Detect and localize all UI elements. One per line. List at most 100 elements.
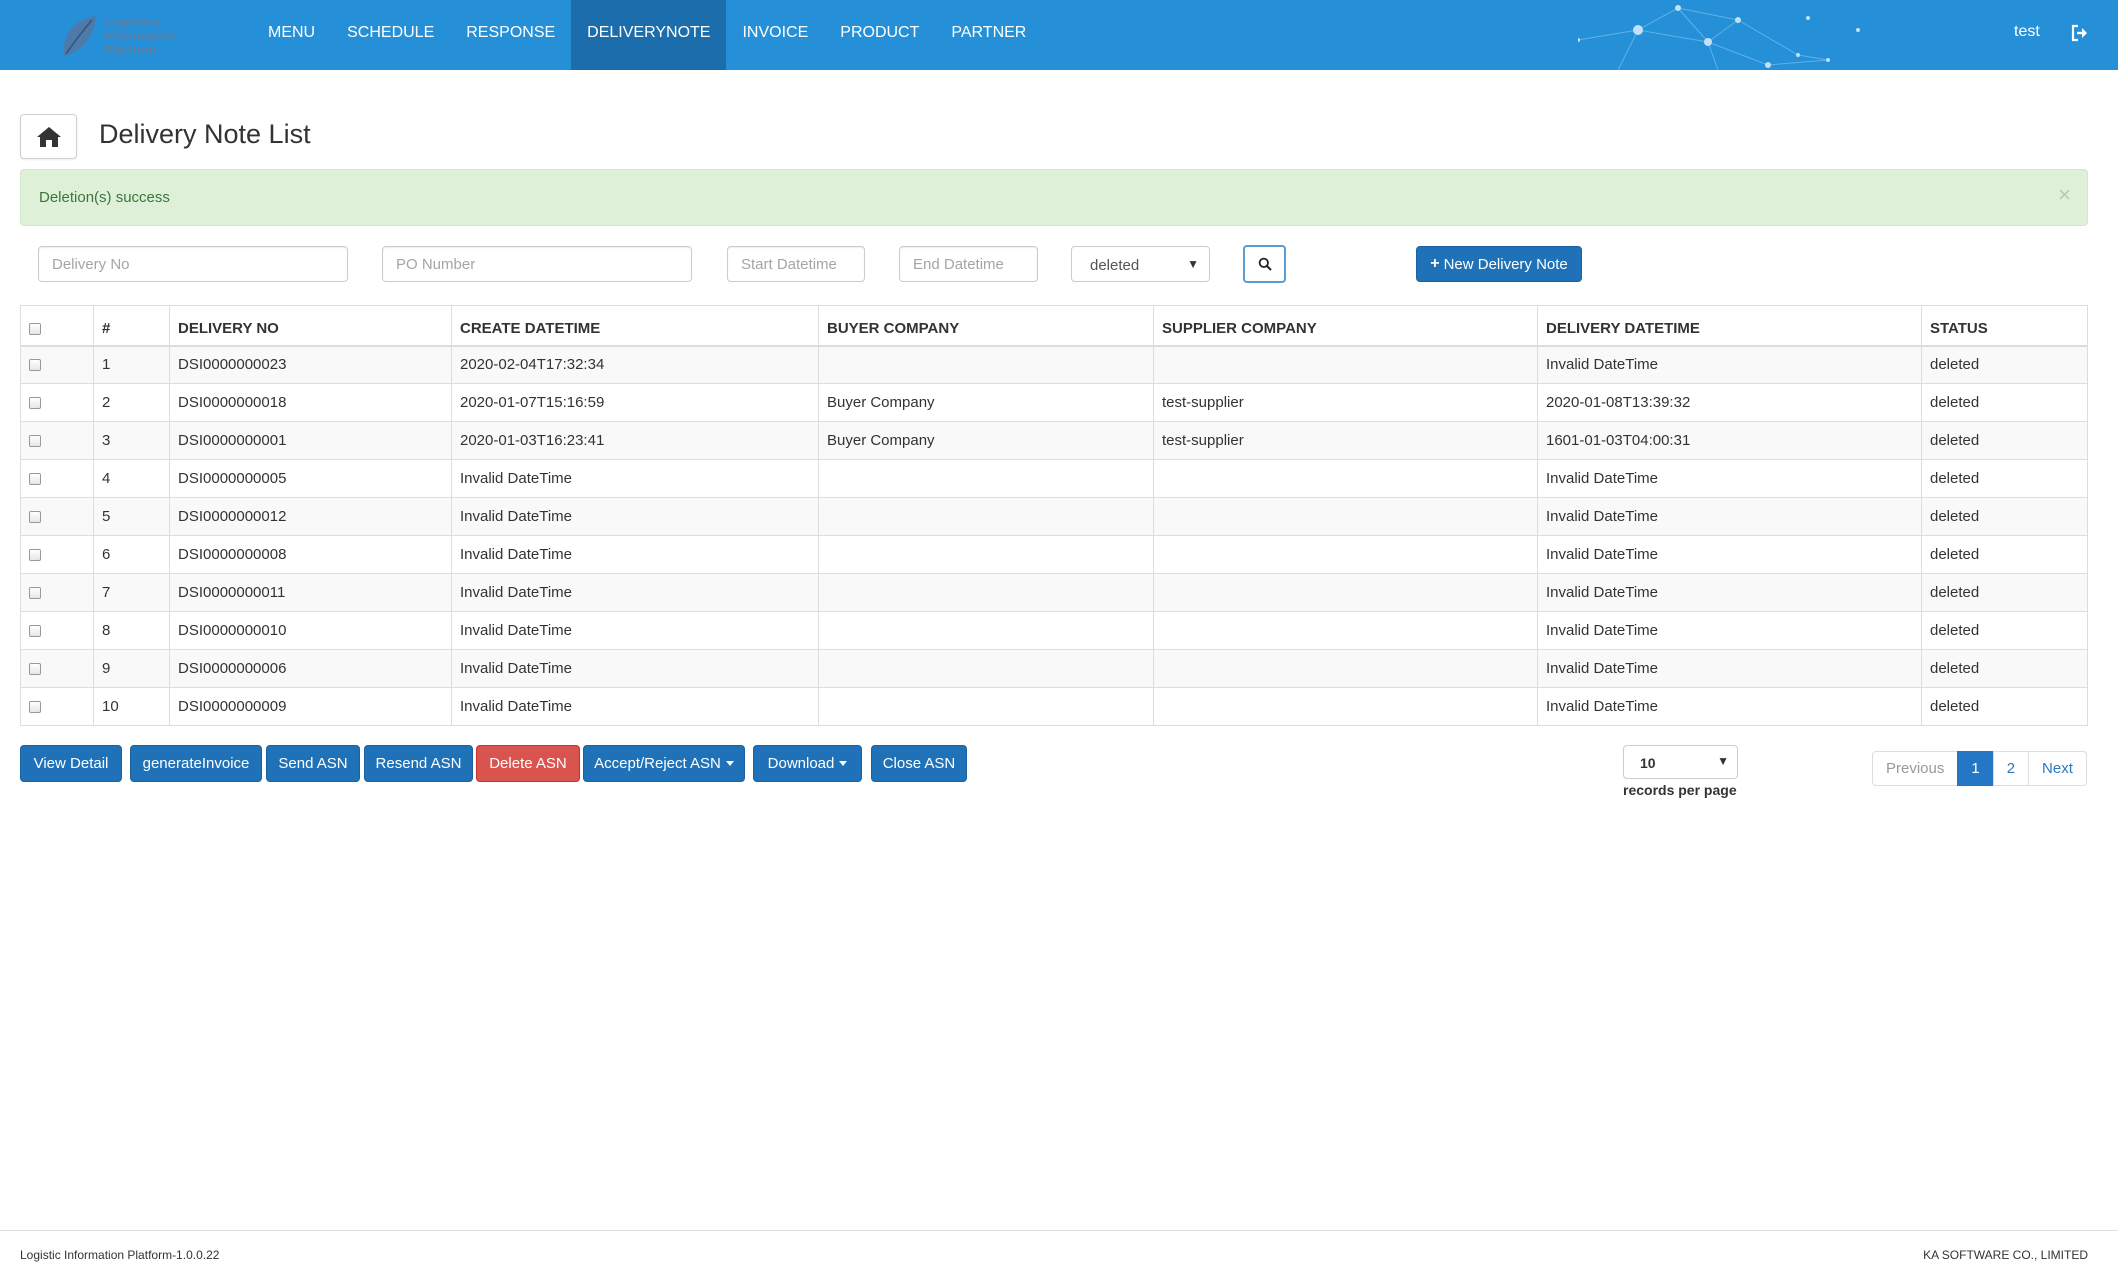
start-datetime-input[interactable] <box>727 246 865 282</box>
delivery-no-cell: DSI0000000023 <box>169 345 452 384</box>
row-checkbox[interactable] <box>29 397 41 410</box>
nav-item-schedule[interactable]: SCHEDULE <box>331 0 450 70</box>
status-cell: deleted <box>1921 573 2088 612</box>
row-number-cell: 8 <box>93 611 170 650</box>
status-cell: deleted <box>1921 421 2088 460</box>
row-checkbox[interactable] <box>29 587 41 600</box>
po-number-input[interactable] <box>382 246 692 282</box>
supplier-company-cell <box>1153 611 1538 650</box>
column-header: BUYER COMPANY <box>818 305 1154 347</box>
caret-down-icon <box>725 761 734 766</box>
leaf-logo-icon <box>63 16 96 56</box>
app-logo[interactable]: Logistics Information Platform <box>58 10 208 62</box>
pagination-page-1[interactable]: 1 <box>1957 751 1994 786</box>
status-cell: deleted <box>1921 497 2088 536</box>
create-datetime-cell: 2020-01-07T15:16:59 <box>451 383 819 422</box>
buyer-company-cell <box>818 497 1154 536</box>
table-row[interactable]: 4 DSI0000000005 Invalid DateTime Invalid Da… <box>20 459 2088 498</box>
download-label: Download <box>767 755 835 772</box>
row-select-cell <box>20 649 94 688</box>
row-checkbox[interactable] <box>29 625 41 638</box>
delivery-datetime-cell: Invalid DateTime <box>1537 687 1922 726</box>
nav-item-invoice[interactable]: INVOICE <box>726 0 824 70</box>
delivery-no-cell: DSI0000000006 <box>169 649 452 688</box>
create-datetime-cell: 2020-02-04T17:32:34 <box>451 345 819 384</box>
logo-text: Logistics Information Platform <box>104 15 176 57</box>
supplier-company-cell <box>1153 497 1538 536</box>
user-name[interactable]: test <box>2014 23 2040 41</box>
table-row[interactable]: 2 DSI0000000018 2020-01-07T15:16:59 Buyer C… <box>20 383 2088 422</box>
buyer-company-cell: Buyer Company <box>818 421 1154 460</box>
delivery-datetime-cell: Invalid DateTime <box>1537 649 1922 688</box>
search-button[interactable] <box>1243 245 1286 283</box>
delivery-no-cell: DSI0000000012 <box>169 497 452 536</box>
close-asn-button[interactable]: Close ASN <box>871 745 967 782</box>
row-checkbox[interactable] <box>29 359 41 372</box>
view-detail-button[interactable]: View Detail <box>20 745 122 782</box>
new-delivery-note-button[interactable]: + New Delivery Note <box>1416 246 1582 282</box>
chevron-down-icon: ▼ <box>1187 257 1199 271</box>
table-row[interactable]: 6 DSI0000000008 Invalid DateTime Invalid Da… <box>20 535 2088 574</box>
accept-reject-asn-dropdown[interactable]: Accept/Reject ASN <box>583 745 745 782</box>
row-number-cell: 1 <box>93 345 170 384</box>
table-row[interactable]: 8 DSI0000000010 Invalid DateTime Invalid Da… <box>20 611 2088 650</box>
table-row[interactable]: 5 DSI0000000012 Invalid DateTime Invalid Da… <box>20 497 2088 536</box>
table-row[interactable]: 10 DSI0000000009 Invalid DateTime Invalid D… <box>20 687 2088 726</box>
row-checkbox[interactable] <box>29 511 41 524</box>
nav-item-partner[interactable]: PARTNER <box>935 0 1042 70</box>
delivery-datetime-cell: Invalid DateTime <box>1537 345 1922 384</box>
delivery-no-cell: DSI0000000018 <box>169 383 452 422</box>
logo-line: Information <box>104 28 176 43</box>
buyer-company-cell <box>818 573 1154 612</box>
row-select-cell <box>20 459 94 498</box>
delete-asn-button[interactable]: Delete ASN <box>476 745 580 782</box>
row-select-cell <box>20 497 94 536</box>
logout-icon[interactable] <box>2069 22 2091 44</box>
status-select[interactable]: deleted ▼ <box>1071 246 1210 282</box>
table-row[interactable]: 9 DSI0000000006 Invalid DateTime Invalid Da… <box>20 649 2088 688</box>
pagination-previous[interactable]: Previous <box>1872 751 1959 786</box>
row-select-cell <box>20 421 94 460</box>
nav-item-deliverynote[interactable]: DELIVERYNOTE <box>571 0 727 70</box>
table-row[interactable]: 3 DSI0000000001 2020-01-03T16:23:41 Buyer C… <box>20 421 2088 460</box>
row-checkbox[interactable] <box>29 549 41 562</box>
column-header: DELIVERY NO <box>169 305 452 347</box>
supplier-company-cell <box>1153 573 1538 612</box>
download-dropdown[interactable]: Download <box>753 745 862 782</box>
row-select-cell <box>20 535 94 574</box>
delivery-no-input[interactable] <box>38 246 348 282</box>
send-asn-button[interactable]: Send ASN <box>266 745 360 782</box>
row-checkbox[interactable] <box>29 473 41 486</box>
main-nav: MENU SCHEDULE RESPONSE DELIVERYNOTE INVO… <box>252 0 1042 70</box>
select-all-checkbox[interactable] <box>29 322 41 335</box>
status-cell: deleted <box>1921 459 2088 498</box>
status-cell: deleted <box>1921 649 2088 688</box>
status-cell: deleted <box>1921 345 2088 384</box>
row-checkbox[interactable] <box>29 435 41 448</box>
nav-item-menu[interactable]: MENU <box>252 0 331 70</box>
row-checkbox[interactable] <box>29 663 41 676</box>
pagination-next[interactable]: Next <box>2028 751 2087 786</box>
table-row[interactable]: 7 DSI0000000011 Invalid DateTime Invalid Da… <box>20 573 2088 612</box>
generate-invoice-button[interactable]: generateInvoice <box>130 745 262 782</box>
create-datetime-cell: 2020-01-03T16:23:41 <box>451 421 819 460</box>
delivery-no-cell: DSI0000000005 <box>169 459 452 498</box>
alert-close-icon[interactable]: × <box>2058 184 2071 206</box>
row-number-cell: 6 <box>93 535 170 574</box>
row-select-cell <box>20 611 94 650</box>
status-cell: deleted <box>1921 687 2088 726</box>
delivery-no-cell: DSI0000000008 <box>169 535 452 574</box>
pagination-page-2[interactable]: 2 <box>1992 751 2030 786</box>
table-row[interactable]: 1 DSI0000000023 2020-02-04T17:32:34 Invalid… <box>20 345 2088 384</box>
row-checkbox[interactable] <box>29 701 41 714</box>
home-button[interactable] <box>20 114 77 159</box>
nav-item-response[interactable]: RESPONSE <box>450 0 571 70</box>
chevron-down-icon: ▼ <box>1717 754 1729 768</box>
records-per-page-select[interactable]: 10 ▼ <box>1623 745 1738 779</box>
buyer-company-cell <box>818 649 1154 688</box>
status-cell: deleted <box>1921 535 2088 574</box>
end-datetime-input[interactable] <box>899 246 1038 282</box>
resend-asn-button[interactable]: Resend ASN <box>364 745 473 782</box>
nav-item-product[interactable]: PRODUCT <box>824 0 935 70</box>
supplier-company-cell <box>1153 535 1538 574</box>
